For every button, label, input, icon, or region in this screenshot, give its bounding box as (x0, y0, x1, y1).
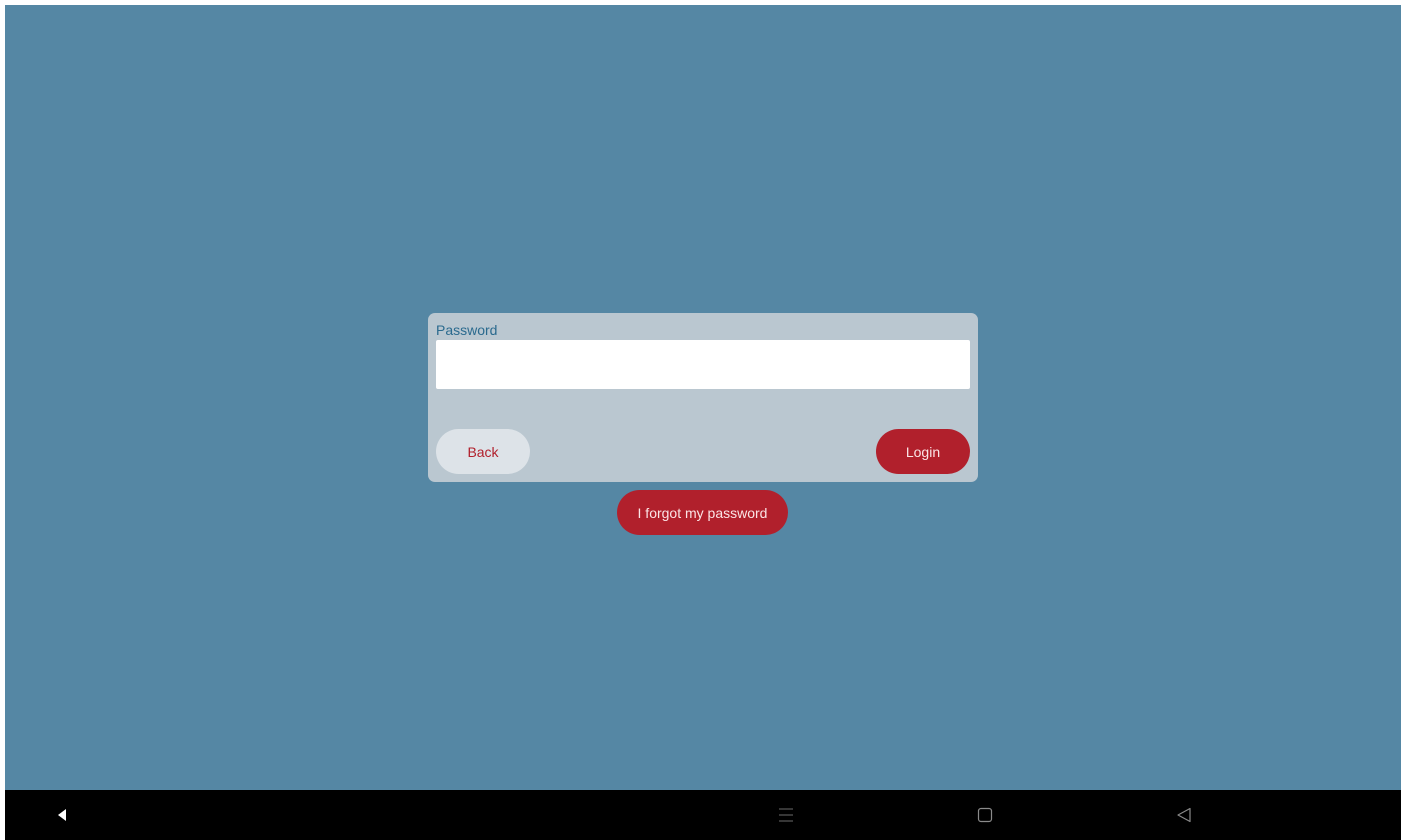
login-card: Password Back Login (428, 313, 978, 482)
back-button[interactable]: Back (436, 429, 530, 474)
arrow-left-icon[interactable] (50, 803, 74, 827)
app-screen: Password Back Login I forgot my password (5, 5, 1401, 790)
back-triangle-icon[interactable] (1172, 803, 1196, 827)
password-input[interactable] (436, 340, 970, 389)
home-square-icon[interactable] (973, 803, 997, 827)
menu-icon[interactable] (774, 803, 798, 827)
password-label: Password (436, 322, 498, 338)
login-button[interactable]: Login (876, 429, 970, 474)
forgot-password-button[interactable]: I forgot my password (617, 490, 788, 535)
system-nav-bar (5, 790, 1401, 840)
